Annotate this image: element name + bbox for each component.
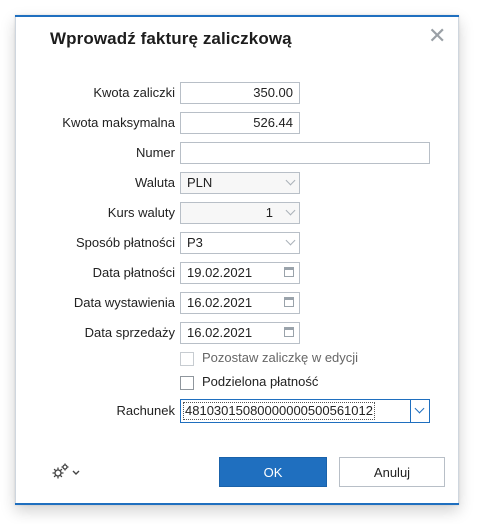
waluta-value: PLN xyxy=(187,175,213,190)
row-kurs-waluty: Kurs waluty 1 xyxy=(16,202,458,224)
row-data-wystawienia: Data wystawienia 16.02.2021 xyxy=(16,292,458,314)
kwota-maksymalna-input[interactable]: 526.44 xyxy=(180,112,300,134)
kwota-zaliczki-label: Kwota zaliczki xyxy=(93,85,175,100)
numer-label: Numer xyxy=(135,145,175,160)
rachunek-select[interactable]: 48103015080000000500561012 xyxy=(180,399,430,423)
rachunek-label: Rachunek xyxy=(116,403,175,418)
close-icon[interactable]: ✕ xyxy=(428,25,446,47)
rachunek-value: 48103015080000000500561012 xyxy=(181,400,377,422)
podzielona-label: Podzielona płatność xyxy=(202,374,319,389)
advance-invoice-dialog: Wprowadź fakturę zaliczkową ✕ Kwota zali… xyxy=(15,15,459,505)
chevron-down-icon xyxy=(72,470,80,475)
kurs-waluty-value: 1 xyxy=(265,205,273,220)
data-platnosci-input[interactable]: 19.02.2021 xyxy=(180,262,300,284)
sposob-platnosci-select[interactable]: P3 xyxy=(180,232,300,254)
kurs-waluty-label: Kurs waluty xyxy=(107,205,175,220)
kwota-zaliczki-input[interactable]: 350.00 xyxy=(180,82,300,104)
kwota-maksymalna-value: 526.44 xyxy=(253,115,293,130)
numer-input[interactable] xyxy=(180,142,430,164)
cancel-button[interactable]: Anuluj xyxy=(339,457,445,487)
row-data-sprzedazy: Data sprzedaży 16.02.2021 xyxy=(16,322,458,344)
data-wystawienia-value: 16.02.2021 xyxy=(187,295,253,310)
settings-menu-button[interactable] xyxy=(50,462,82,482)
waluta-label: Waluta xyxy=(135,175,175,190)
kurs-waluty-select[interactable]: 1 xyxy=(180,202,300,224)
waluta-select[interactable]: PLN xyxy=(180,172,300,194)
gear-icon xyxy=(52,463,80,479)
ok-button[interactable]: OK xyxy=(219,457,327,487)
pozostaw-checkbox[interactable] xyxy=(180,352,194,366)
data-wystawienia-label: Data wystawienia xyxy=(73,295,175,310)
data-platnosci-value: 19.02.2021 xyxy=(187,265,253,280)
kwota-zaliczki-value: 350.00 xyxy=(253,85,293,100)
rachunek-dropdown-button[interactable] xyxy=(410,400,429,422)
chevron-down-icon xyxy=(414,403,425,414)
calendar-icon[interactable] xyxy=(284,267,294,277)
sposob-platnosci-label: Sposób płatności xyxy=(75,235,175,250)
row-numer: Numer xyxy=(16,142,458,164)
row-sposob-platnosci: Sposób płatności P3 xyxy=(16,232,458,254)
calendar-icon[interactable] xyxy=(284,327,294,337)
sposob-platnosci-value: P3 xyxy=(187,235,203,250)
data-sprzedazy-label: Data sprzedaży xyxy=(84,325,175,340)
podzielona-checkbox[interactable] xyxy=(180,376,194,390)
pozostaw-label: Pozostaw zaliczkę w edycji xyxy=(202,350,359,365)
kwota-maksymalna-label: Kwota maksymalna xyxy=(62,115,175,130)
data-sprzedazy-value: 16.02.2021 xyxy=(187,325,253,340)
row-waluta: Waluta PLN xyxy=(16,172,458,194)
calendar-icon[interactable] xyxy=(284,297,294,307)
dialog-title: Wprowadź fakturę zaliczkową xyxy=(50,29,292,48)
row-kwota-zaliczki: Kwota zaliczki 350.00 xyxy=(16,82,458,104)
data-sprzedazy-input[interactable]: 16.02.2021 xyxy=(180,322,300,344)
row-kwota-maksymalna: Kwota maksymalna 526.44 xyxy=(16,112,458,134)
data-wystawienia-input[interactable]: 16.02.2021 xyxy=(180,292,300,314)
row-data-platnosci: Data płatności 19.02.2021 xyxy=(16,262,458,284)
data-platnosci-label: Data płatności xyxy=(92,265,175,280)
